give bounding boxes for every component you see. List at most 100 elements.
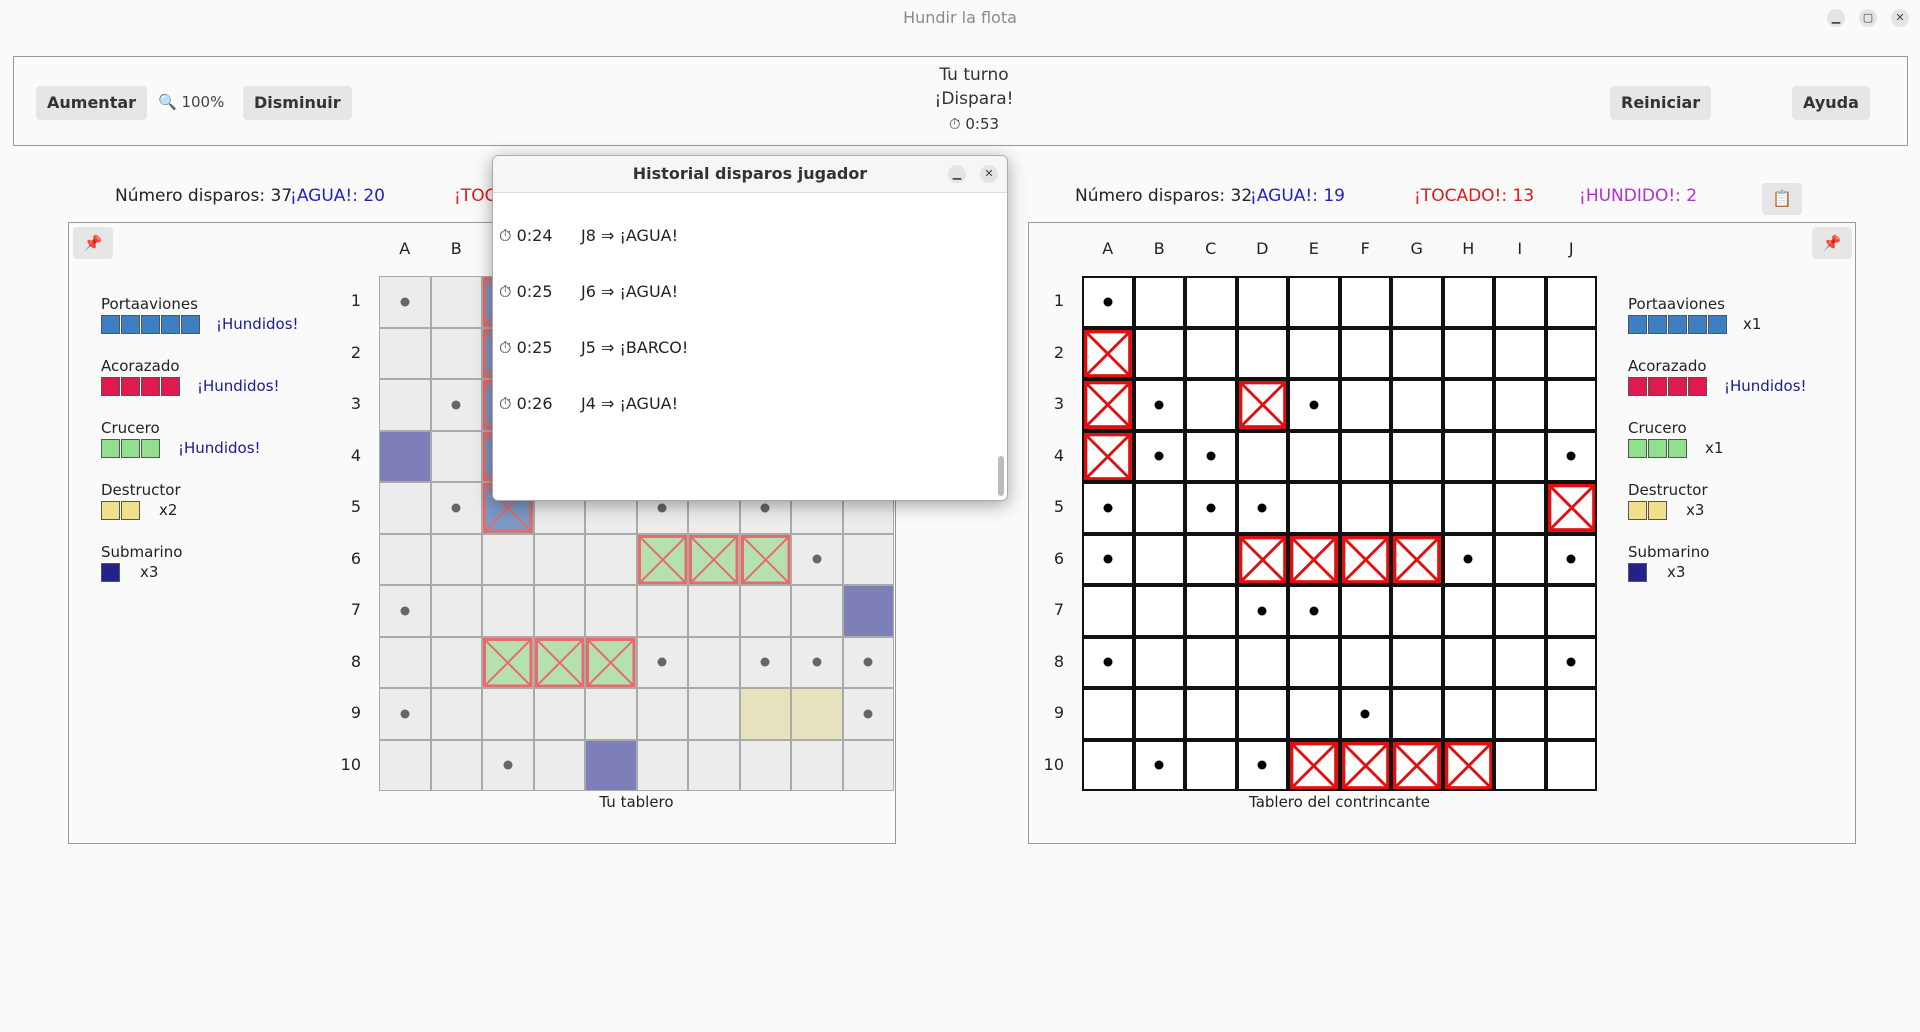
board-cell[interactable] [1133, 636, 1185, 688]
pin-icon[interactable]: 📌 [73, 227, 113, 259]
board-cell[interactable] [636, 688, 688, 740]
board-cell[interactable] [1082, 739, 1134, 791]
board-cell[interactable] [1288, 688, 1340, 740]
board-cell[interactable] [739, 585, 791, 637]
scrollbar[interactable] [998, 456, 1004, 496]
board-cell[interactable] [1185, 276, 1237, 328]
board-cell[interactable] [430, 636, 482, 688]
board-cell[interactable] [1545, 327, 1597, 379]
board-cell[interactable] [1339, 379, 1391, 431]
board-cell[interactable] [482, 688, 534, 740]
board-cell[interactable] [688, 585, 740, 637]
board-cell[interactable] [1391, 636, 1443, 688]
board-cell[interactable] [1288, 482, 1340, 534]
board-cell[interactable] [430, 585, 482, 637]
board-cell[interactable] [1545, 739, 1597, 791]
board-cell[interactable] [791, 688, 843, 740]
board-cell[interactable] [379, 739, 431, 791]
board-cell[interactable] [1442, 327, 1494, 379]
board-cell-hit[interactable] [1391, 533, 1443, 585]
board-cell[interactable] [1545, 585, 1597, 637]
board-cell[interactable] [1133, 482, 1185, 534]
board-cell[interactable] [688, 739, 740, 791]
board-cell[interactable] [1339, 636, 1391, 688]
board-cell[interactable] [1236, 585, 1288, 637]
board-cell[interactable] [1391, 379, 1443, 431]
board-cell[interactable] [482, 739, 534, 791]
board-cell[interactable] [379, 688, 431, 740]
board-cell[interactable] [1236, 636, 1288, 688]
board-cell[interactable] [1236, 739, 1288, 791]
board-cell[interactable] [1288, 585, 1340, 637]
board-cell[interactable] [585, 739, 637, 791]
clipboard-icon[interactable]: 📋 [1762, 183, 1802, 215]
close-icon[interactable]: ✕ [980, 165, 998, 183]
help-button[interactable]: Ayuda [1792, 86, 1870, 120]
close-icon[interactable]: ✕ [1891, 9, 1909, 27]
board-cell[interactable] [379, 533, 431, 585]
board-cell[interactable] [1133, 379, 1185, 431]
board-cell[interactable] [1391, 688, 1443, 740]
board-cell[interactable] [1545, 533, 1597, 585]
board-cell-hit[interactable] [1236, 379, 1288, 431]
board-cell[interactable] [1442, 533, 1494, 585]
pin-icon[interactable]: 📌 [1812, 227, 1852, 259]
board-cell[interactable] [379, 430, 431, 482]
board-cell[interactable] [1545, 379, 1597, 431]
board-cell[interactable] [1082, 688, 1134, 740]
board-cell[interactable] [1133, 430, 1185, 482]
board-cell[interactable] [1133, 276, 1185, 328]
board-cell[interactable] [688, 636, 740, 688]
board-cell[interactable] [1391, 327, 1443, 379]
board-cell[interactable] [585, 688, 637, 740]
board-cell[interactable] [791, 636, 843, 688]
board-cell[interactable] [1391, 585, 1443, 637]
board-cell[interactable] [585, 585, 637, 637]
board-cell-hit[interactable] [482, 636, 534, 688]
board-cell-hit[interactable] [1288, 533, 1340, 585]
board-cell[interactable] [1339, 327, 1391, 379]
board-cell[interactable] [1494, 379, 1546, 431]
board-cell[interactable] [379, 482, 431, 534]
board-cell[interactable] [1236, 276, 1288, 328]
board-cell-hit[interactable] [1082, 327, 1134, 379]
board-cell[interactable] [533, 533, 585, 585]
board-cell[interactable] [1391, 430, 1443, 482]
board-cell[interactable] [1494, 482, 1546, 534]
board-cell[interactable] [1185, 327, 1237, 379]
board-cell[interactable] [842, 739, 894, 791]
board-cell[interactable] [482, 585, 534, 637]
board-cell[interactable] [1339, 688, 1391, 740]
board-cell[interactable] [1545, 276, 1597, 328]
board-cell[interactable] [1082, 585, 1134, 637]
board-cell[interactable] [1133, 739, 1185, 791]
board-cell[interactable] [636, 585, 688, 637]
board-cell[interactable] [430, 276, 482, 328]
board-cell-hit[interactable] [1339, 739, 1391, 791]
board-cell[interactable] [379, 379, 431, 431]
board-cell[interactable] [1339, 430, 1391, 482]
board-cell[interactable] [1133, 688, 1185, 740]
board-cell[interactable] [1236, 430, 1288, 482]
board-cell[interactable] [1185, 688, 1237, 740]
board-cell[interactable] [1288, 430, 1340, 482]
board-cell[interactable] [791, 585, 843, 637]
board-cell[interactable] [430, 379, 482, 431]
board-cell[interactable] [430, 430, 482, 482]
board-cell[interactable] [842, 688, 894, 740]
board-cell[interactable] [1545, 688, 1597, 740]
board-cell-hit[interactable] [1545, 482, 1597, 534]
board-cell[interactable] [739, 636, 791, 688]
board-cell[interactable] [1185, 533, 1237, 585]
board-cell[interactable] [1185, 379, 1237, 431]
board-cell[interactable] [430, 739, 482, 791]
board-cell[interactable] [533, 739, 585, 791]
board-cell[interactable] [739, 739, 791, 791]
board-cell-hit[interactable] [688, 533, 740, 585]
board-cell[interactable] [1082, 533, 1134, 585]
board-cell[interactable] [430, 482, 482, 534]
maximize-icon[interactable]: ▢ [1859, 9, 1877, 27]
board-cell[interactable] [1082, 636, 1134, 688]
board-cell[interactable] [842, 636, 894, 688]
board-cell[interactable] [1288, 379, 1340, 431]
